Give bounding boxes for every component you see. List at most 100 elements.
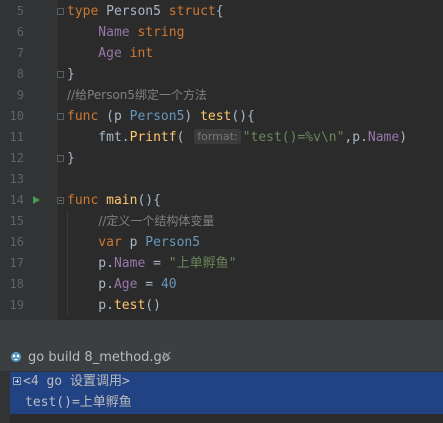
code-token: func <box>67 109 107 124</box>
code-token: Age <box>67 46 130 61</box>
code-text: } <box>67 64 75 85</box>
code-token: ,p. <box>344 130 368 145</box>
line-number: 16 <box>9 235 24 249</box>
code-token: p. <box>67 256 114 271</box>
code-token: = <box>137 277 161 292</box>
code-token: Age <box>113 277 138 292</box>
code-line[interactable]: 5 type Person5 struct{ <box>0 1 443 22</box>
run-tool-window-header: go build 8_method.go × <box>0 344 443 372</box>
code-line[interactable]: 19 p.test() <box>0 295 443 316</box>
editor-panel-separator[interactable] <box>0 320 443 344</box>
code-text: var p Person5 <box>67 232 200 253</box>
code-token: ( <box>176 130 193 145</box>
code-token: //定义一个结构体变量 <box>98 214 215 228</box>
code-token: Person5 <box>145 235 201 250</box>
code-text: p.Name = "上单孵鱼" <box>67 253 236 274</box>
code-editor[interactable]: 5 type Person5 struct{6 Name string 7 Age … <box>0 0 443 320</box>
console-output[interactable]: <4 go 设置调用> test()=上单孵鱼 <box>0 372 443 423</box>
code-text: //给Person5绑定一个方法 <box>67 85 207 106</box>
code-token: () <box>145 298 161 313</box>
line-number: 19 <box>9 298 24 312</box>
code-text: fmt.Printf( format: "test()=%v\n",p.Name) <box>67 127 407 148</box>
code-token: } <box>67 67 75 82</box>
line-number: 11 <box>9 130 24 144</box>
line-number: 15 <box>9 214 24 228</box>
run-tab-label[interactable]: go build 8_method.go <box>28 349 170 366</box>
code-line[interactable]: 12} <box>0 148 443 169</box>
close-tab-icon[interactable]: × <box>161 347 173 365</box>
line-number: 5 <box>16 4 24 18</box>
line-number: 13 <box>9 172 24 186</box>
line-number: 6 <box>16 25 24 39</box>
code-token: "test()=%v\n" <box>242 130 345 145</box>
expand-icon[interactable] <box>13 377 21 385</box>
code-line[interactable]: 17 p.Name = "上单孵鱼" <box>0 253 443 274</box>
code-text: Name string <box>67 22 184 43</box>
code-token: p. <box>67 277 114 292</box>
code-token: int <box>129 46 154 61</box>
line-number: 12 <box>9 151 24 165</box>
code-token: Person5 <box>106 4 169 19</box>
fold-icon[interactable] <box>57 8 64 15</box>
code-text: func (p Person5) test(){ <box>67 106 255 127</box>
code-token: struct <box>168 4 216 19</box>
code-text: func main(){ <box>67 190 161 211</box>
code-token: = <box>145 256 169 271</box>
code-line[interactable]: 7 Age int <box>0 43 443 64</box>
line-number: 8 <box>16 67 24 81</box>
line-number: 17 <box>9 256 24 270</box>
line-number: 14 <box>9 193 24 207</box>
code-text: type Person5 struct{ <box>67 1 224 22</box>
code-line[interactable]: 10 func (p Person5) test(){ <box>0 106 443 127</box>
code-text: p.Age = 40 <box>67 274 177 295</box>
code-token: string <box>137 25 185 40</box>
code-line[interactable]: 11 fmt.Printf( format: "test()=%v\n",p.Na… <box>0 127 443 148</box>
code-token: (){ <box>137 193 161 208</box>
code-line[interactable]: 14 func main(){ <box>0 190 443 211</box>
code-token: 40 <box>160 277 177 292</box>
line-number: 9 <box>16 88 24 102</box>
fold-icon[interactable] <box>57 197 64 204</box>
code-line[interactable]: 15 //定义一个结构体变量 <box>0 211 443 232</box>
code-token: main <box>106 193 138 208</box>
code-token: } <box>67 151 75 166</box>
code-token: type <box>67 4 107 19</box>
code-token: "上单孵鱼" <box>168 256 237 271</box>
code-token: test <box>113 298 146 313</box>
code-line[interactable]: 9 //给Person5绑定一个方法 <box>0 85 443 106</box>
code-line[interactable]: 16 var p Person5 <box>0 232 443 253</box>
code-token: Name <box>67 25 138 40</box>
code-line[interactable]: 8} <box>0 64 443 85</box>
console-gutter <box>0 372 10 423</box>
code-token: (p <box>106 109 130 124</box>
code-token: //给Person5绑定一个方法 <box>67 88 208 102</box>
code-text: Age int <box>67 43 153 64</box>
code-token: ) <box>399 130 408 145</box>
code-token: test <box>200 109 232 124</box>
code-token: ) <box>184 109 201 124</box>
code-token: fmt. <box>67 130 130 145</box>
code-token: func <box>67 193 107 208</box>
code-token: Name <box>113 256 146 271</box>
code-line[interactable]: 13 <box>0 169 443 190</box>
code-token: Printf <box>129 130 177 145</box>
fold-icon[interactable] <box>57 71 64 78</box>
console-line-1-text: <4 go 设置调用> <box>23 374 130 389</box>
console-collapsed-line[interactable]: <4 go 设置调用> <box>13 372 130 392</box>
parameter-hint: format: <box>194 129 241 144</box>
fold-icon[interactable] <box>57 113 64 120</box>
go-file-icon <box>11 352 21 362</box>
run-icon[interactable] <box>33 196 40 204</box>
code-line[interactable]: 18 p.Age = 40 <box>0 274 443 295</box>
code-text: //定义一个结构体变量 <box>67 211 214 232</box>
line-number: 10 <box>9 109 24 123</box>
code-token: p. <box>67 298 114 313</box>
code-token: (){ <box>231 109 255 124</box>
line-number: 18 <box>9 277 24 291</box>
code-token: { <box>215 4 224 19</box>
fold-icon[interactable] <box>57 155 64 162</box>
code-token: p <box>129 235 146 250</box>
code-token: var <box>67 235 130 250</box>
code-line[interactable]: 6 Name string <box>0 22 443 43</box>
